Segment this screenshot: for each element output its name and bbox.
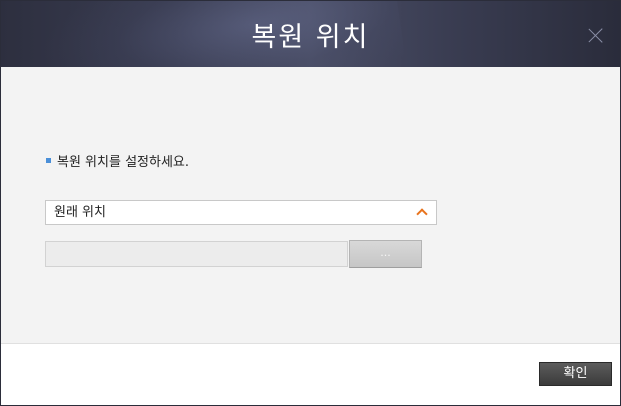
browse-button[interactable]: ... [349,240,422,268]
restore-path-field[interactable] [45,241,348,267]
dialog-title: 복원 위치 [251,22,370,53]
close-icon[interactable] [588,27,604,43]
restore-location-dialog: 복원 위치 복원 위치를 설정하세요. 원래 위치 ... 확인 [0,0,621,406]
restore-location-select[interactable]: 원래 위치 [45,200,437,225]
dialog-footer: 확인 [1,344,620,405]
instruction-label: 복원 위치를 설정하세요. [57,155,189,170]
ok-button[interactable]: 확인 [539,362,612,386]
dialog-body: 복원 위치를 설정하세요. 원래 위치 ... [1,67,620,344]
bullet-icon [46,158,51,163]
dialog-titlebar[interactable]: 복원 위치 [1,1,620,67]
instruction-text: 복원 위치를 설정하세요. [46,151,189,170]
chevron-up-icon [416,208,428,220]
select-value: 원래 위치 [54,205,106,220]
